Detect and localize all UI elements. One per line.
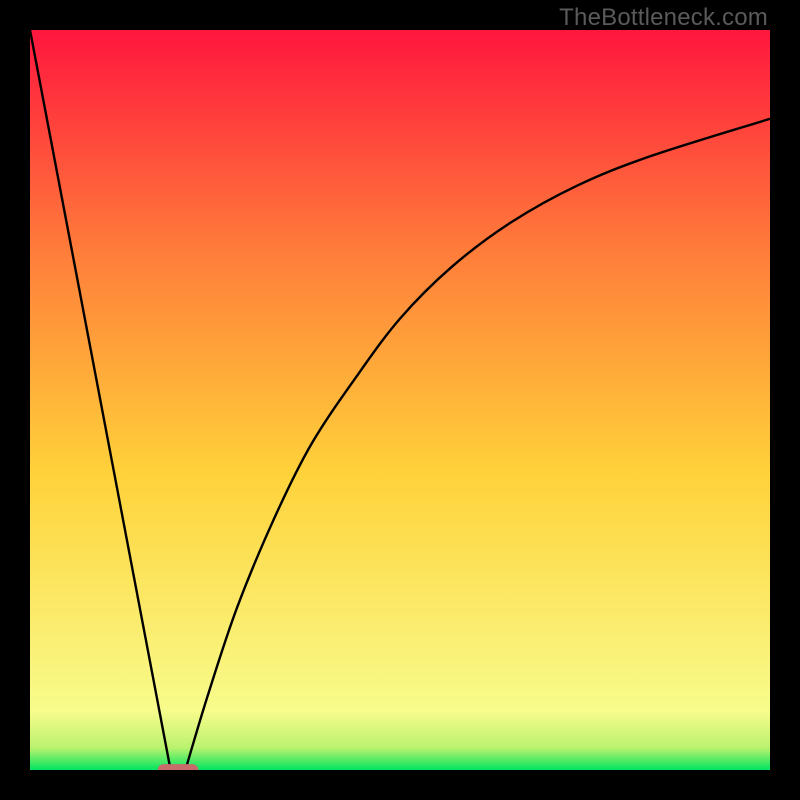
plot-area bbox=[30, 30, 770, 770]
bottleneck-marker bbox=[158, 764, 199, 770]
gradient-background bbox=[30, 30, 770, 770]
watermark-text: TheBottleneck.com bbox=[559, 4, 768, 32]
chart-frame: TheBottleneck.com bbox=[0, 0, 800, 800]
chart-svg bbox=[30, 30, 770, 770]
